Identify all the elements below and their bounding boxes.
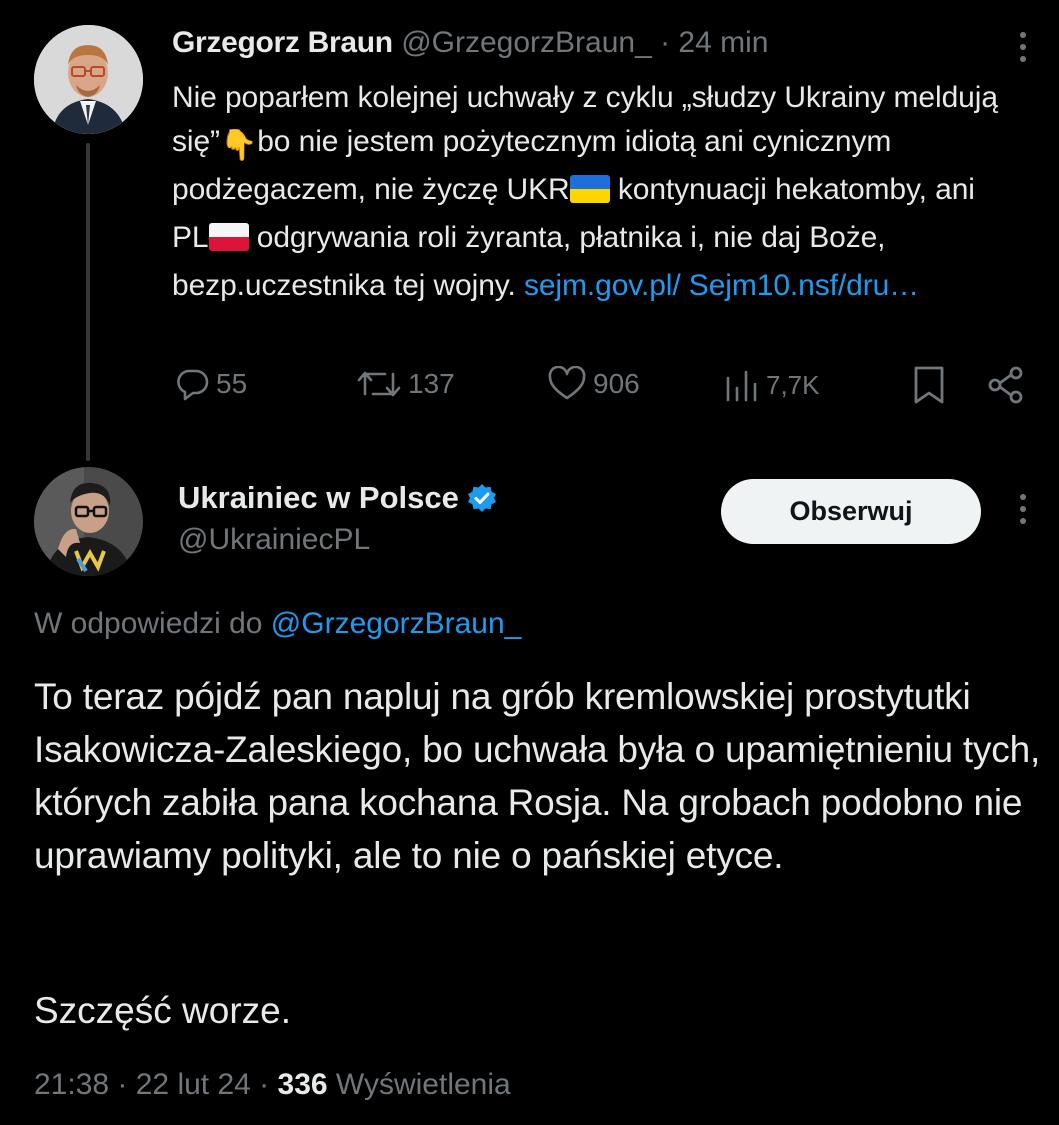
share-icon [988,366,1023,404]
thread-connector-line [86,143,90,461]
reply-author-name[interactable]: Ukrainiec w Polsce [178,480,459,516]
views-icon [726,370,757,402]
replying-to: W odpowiedzi do @GrzegorzBraun_ [34,607,521,641]
retweet-icon [357,371,401,397]
reply-button[interactable]: 55 [174,366,247,402]
retweet-count: 137 [408,368,455,399]
reply-tweet-text: To teraz pójdź pan napluj na grób kremlo… [34,676,1041,876]
views-label: Wyświetlenia [327,1068,511,1101]
tweet-date[interactable]: 22 lut 24 [136,1068,251,1101]
retweet-button[interactable]: 137 [356,366,455,402]
meta-separator: · [109,1068,136,1101]
time-separator: · [651,26,679,59]
reply-count: 55 [216,368,248,399]
author-handle[interactable]: @GrzegorzBraun_ [401,26,652,59]
like-icon [548,366,586,400]
replying-to-handle[interactable]: @GrzegorzBraun_ [271,607,522,640]
author-name[interactable]: Grzegorz Braun [172,26,393,59]
share-button[interactable] [986,365,1026,410]
reply-icon [177,369,209,401]
ukraine-flag-icon [569,172,610,216]
like-count: 906 [593,368,640,399]
poland-flag-icon [208,220,249,264]
reply-author-row: Ukrainiec w Polsce [178,480,497,516]
tweet-time[interactable]: 21:38 [34,1068,109,1101]
views-button[interactable]: 7,7K [724,368,820,402]
like-button[interactable]: 906 [547,366,640,402]
tweet-meta: 21:38 · 22 lut 24 · 336 Wyświetlenia [34,1068,511,1102]
bookmark-button[interactable] [912,365,946,410]
tweet-time[interactable]: 24 min [678,26,768,59]
views-count[interactable]: 336 [278,1068,328,1101]
more-options-icon[interactable] [1020,494,1026,524]
meta-separator: · [250,1068,278,1101]
tweet-header: Grzegorz Braun @GrzegorzBraun_ · 24 min [172,26,768,60]
follow-button[interactable]: Obserwuj [721,479,981,544]
reply-tweet-signoff: Szczęść worze. [34,990,292,1031]
views-count: 7,7K [766,369,820,400]
more-options-icon[interactable] [1020,32,1026,62]
avatar-grzegorz-braun[interactable] [34,25,143,134]
reply-author-handle[interactable]: @UkrainiecPL [178,523,370,557]
replying-to-prefix: W odpowiedzi do [34,607,271,640]
bookmark-icon [914,366,944,404]
verified-badge-icon [467,484,496,512]
tweet-link[interactable]: sejm.gov.pl/ Sejm10.nsf/dru… [524,269,919,302]
avatar-ukrainiec-w-polsce[interactable] [34,467,143,576]
tweet-text: Nie poparłem kolejnej uchwały z cyklu „s… [172,76,1017,308]
pointing-down-emoji: 👇 [219,129,258,162]
